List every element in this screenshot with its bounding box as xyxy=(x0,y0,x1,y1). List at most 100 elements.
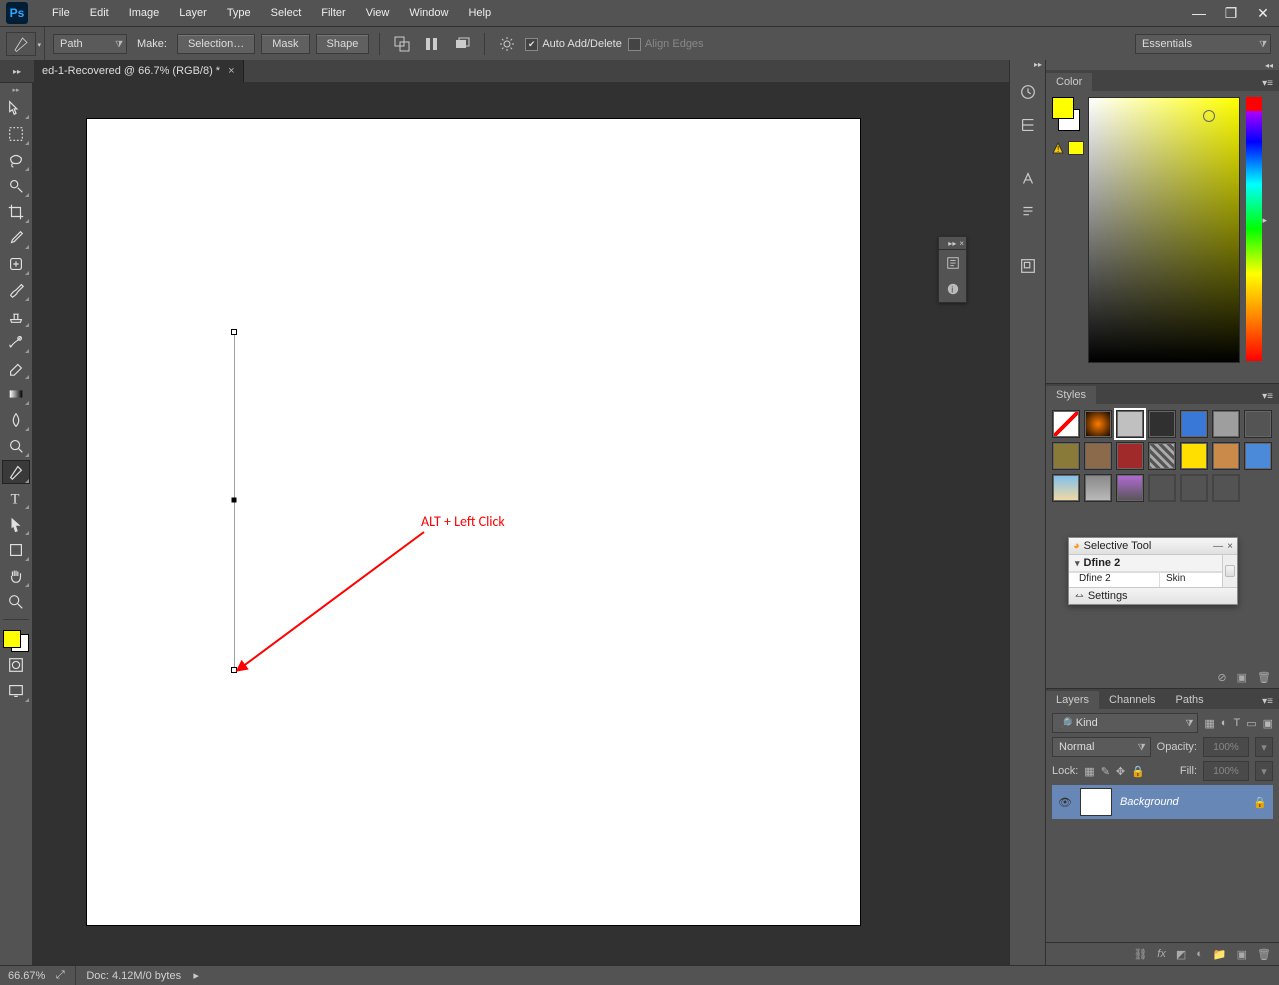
style-swatch[interactable] xyxy=(1148,442,1176,470)
new-style-icon[interactable]: ▣ xyxy=(1237,671,1247,684)
workspace-switcher[interactable]: Essentials xyxy=(1135,34,1271,54)
layer-lock-icon[interactable]: 🔒 xyxy=(1253,796,1267,809)
style-swatch[interactable] xyxy=(1212,474,1240,502)
pen-tool[interactable] xyxy=(2,460,30,484)
layer-background[interactable]: 👁 Background 🔒 xyxy=(1052,785,1273,819)
paragraph-panel-icon[interactable] xyxy=(1013,197,1043,227)
style-swatch[interactable] xyxy=(1180,474,1208,502)
style-swatch[interactable] xyxy=(1116,410,1144,438)
zoom-tool[interactable] xyxy=(2,590,30,614)
minimize-button[interactable]: — xyxy=(1183,0,1215,26)
adjustment-layer-icon[interactable]: ◐ xyxy=(1196,948,1203,960)
doc-info[interactable]: Doc: 4.12M/0 bytes xyxy=(86,970,181,982)
lock-pixels-icon[interactable]: ✎ xyxy=(1101,765,1110,778)
selective-settings[interactable]: ⥎Settings xyxy=(1069,587,1237,604)
navigator-panel-icon[interactable] xyxy=(1013,251,1043,281)
crop-tool[interactable] xyxy=(2,200,30,224)
filter-image-icon[interactable]: ▦ xyxy=(1204,717,1214,730)
group-icon[interactable]: 📁 xyxy=(1213,948,1227,961)
style-swatch[interactable] xyxy=(1116,474,1144,502)
style-swatch[interactable] xyxy=(1116,442,1144,470)
opacity-field[interactable]: 100% xyxy=(1203,737,1249,757)
lock-position-icon[interactable]: ✥ xyxy=(1116,765,1125,778)
style-swatch[interactable] xyxy=(1084,410,1112,438)
menu-file[interactable]: File xyxy=(42,0,80,26)
close-tab-icon[interactable]: × xyxy=(228,65,234,77)
style-swatch[interactable] xyxy=(1148,410,1176,438)
menu-view[interactable]: View xyxy=(356,0,400,26)
path-overlap-icon[interactable] xyxy=(390,33,414,55)
shape-tool[interactable] xyxy=(2,538,30,562)
quick-select-tool[interactable] xyxy=(2,174,30,198)
selective-close-icon[interactable]: × xyxy=(1227,541,1233,552)
no-style-icon[interactable]: ⊘ xyxy=(1217,671,1226,684)
paths-tab[interactable]: Paths xyxy=(1166,691,1214,709)
blur-tool[interactable] xyxy=(2,408,30,432)
delete-style-icon[interactable]: 🗑 xyxy=(1257,671,1271,684)
lock-transparent-icon[interactable]: ▦ xyxy=(1084,765,1094,778)
history-panel-icon[interactable] xyxy=(1013,77,1043,107)
visibility-eye-icon[interactable]: 👁 xyxy=(1058,796,1072,809)
menu-edit[interactable]: Edit xyxy=(80,0,119,26)
style-swatch[interactable] xyxy=(1212,442,1240,470)
layer-thumbnail[interactable] xyxy=(1080,788,1112,816)
clone-stamp-tool[interactable] xyxy=(2,304,30,328)
style-swatch[interactable] xyxy=(1212,410,1240,438)
foreground-color-swatch[interactable] xyxy=(3,630,21,648)
layer-fx-icon[interactable]: fx xyxy=(1157,948,1166,960)
close-icon[interactable]: × xyxy=(959,239,964,248)
panel-fg-swatch[interactable] xyxy=(1052,97,1074,119)
menu-window[interactable]: Window xyxy=(399,0,458,26)
doc-info-popup-icon[interactable]: ▸ xyxy=(191,971,201,981)
hue-slider[interactable]: ▸ xyxy=(1246,97,1262,361)
path-arrange-icon[interactable] xyxy=(450,33,474,55)
character-panel-icon[interactable] xyxy=(1013,164,1043,194)
menu-select[interactable]: Select xyxy=(261,0,312,26)
link-layers-icon[interactable]: ⛓ xyxy=(1133,948,1147,961)
menu-image[interactable]: Image xyxy=(119,0,170,26)
selective-row-name[interactable]: Dfine 2 xyxy=(1069,573,1159,587)
menu-filter[interactable]: Filter xyxy=(311,0,355,26)
layer-name[interactable]: Background xyxy=(1120,796,1179,808)
screenmode-toggle[interactable] xyxy=(2,679,30,703)
make-shape-button[interactable]: Shape xyxy=(316,34,370,54)
close-button[interactable]: ✕ xyxy=(1247,0,1279,26)
layer-filter-kind[interactable]: 🔎 Kind xyxy=(1052,713,1198,733)
tool-preset-picker[interactable]: ▾ xyxy=(6,32,36,56)
filter-smart-icon[interactable]: ▣ xyxy=(1263,717,1273,730)
document-tab[interactable]: ed-1-Recovered @ 66.7% (RGB/8) * × xyxy=(34,60,244,82)
style-swatch[interactable] xyxy=(1052,410,1080,438)
anchor-point-2[interactable] xyxy=(232,498,237,503)
healing-brush-tool[interactable] xyxy=(2,252,30,276)
fill-arrow[interactable]: ▾ xyxy=(1255,761,1273,781)
eyedropper-tool[interactable] xyxy=(2,226,30,250)
styles-tab[interactable]: Styles xyxy=(1046,386,1096,404)
opacity-arrow[interactable]: ▾ xyxy=(1255,737,1273,757)
selective-scrollbar[interactable] xyxy=(1222,555,1237,587)
properties-icon[interactable] xyxy=(939,250,966,276)
new-layer-icon[interactable]: ▣ xyxy=(1237,948,1247,961)
panel-grip[interactable]: ◂◂ xyxy=(1046,60,1279,71)
actions-panel-icon[interactable] xyxy=(1013,110,1043,140)
blend-mode-dropdown[interactable]: Normal xyxy=(1052,737,1151,757)
make-selection-button[interactable]: Selection… xyxy=(177,34,255,54)
zoom-level[interactable]: 66.67% xyxy=(8,970,45,982)
info-icon[interactable]: i xyxy=(939,276,966,302)
move-tool[interactable] xyxy=(2,96,30,120)
type-tool[interactable]: T xyxy=(2,486,30,510)
selective-tool-panel[interactable]: ◕ Selective Tool — × Dfine 2 Dfine 2 Ski… xyxy=(1068,537,1238,605)
panel-color-swatches[interactable] xyxy=(1052,97,1080,131)
channels-tab[interactable]: Channels xyxy=(1099,691,1165,709)
layer-mask-icon[interactable]: ◩ xyxy=(1176,948,1186,961)
filter-adjust-icon[interactable]: ◐ xyxy=(1221,717,1228,730)
anchor-point-1[interactable] xyxy=(231,329,237,335)
color-tab[interactable]: Color xyxy=(1046,73,1092,91)
menu-layer[interactable]: Layer xyxy=(169,0,217,26)
selective-row-action[interactable]: Skin xyxy=(1159,573,1185,587)
path-align-icon[interactable] xyxy=(420,33,444,55)
properties-collapsed-panel[interactable]: ▸▸× i xyxy=(938,236,967,303)
style-swatch[interactable] xyxy=(1180,442,1208,470)
gear-icon[interactable] xyxy=(495,33,519,55)
layer-filter-icons[interactable]: ▦ ◐ T ▭ ▣ xyxy=(1204,717,1273,730)
dodge-tool[interactable] xyxy=(2,434,30,458)
